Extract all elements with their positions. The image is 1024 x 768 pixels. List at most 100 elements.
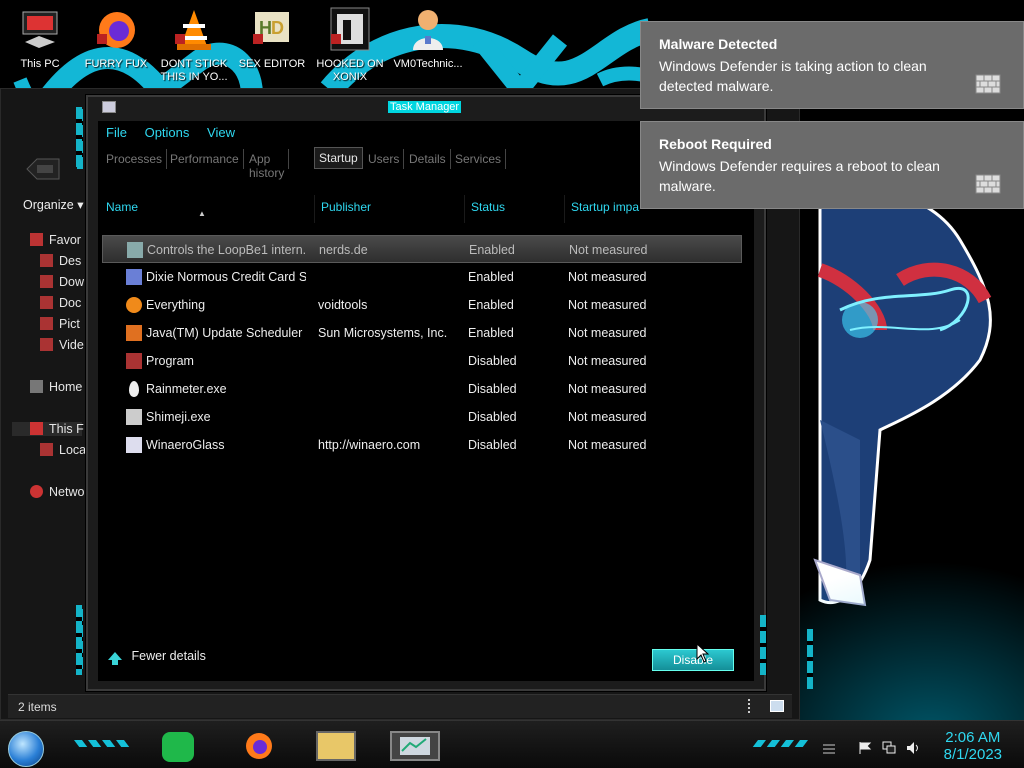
nav-item-this-pc[interactable]: This F [12,422,84,436]
tab-app-history[interactable]: App history [245,149,290,180]
doctor-icon [407,6,449,52]
tab-performance[interactable]: Performance [166,149,244,169]
startup-name: Rainmeter.exe [146,382,227,396]
window-icon [126,437,142,453]
startup-row[interactable]: Dixie Normous Credit Card S... Enabled Not… [102,263,742,291]
notification-body: Windows Defender requires a reboot to cl… [659,158,940,194]
defender-wall-icon [975,174,1001,194]
tab-users[interactable]: Users [364,149,405,169]
network-tray-icon[interactable] [882,741,896,755]
firefox-taskbar-icon[interactable] [242,730,276,762]
card-icon [126,269,142,285]
desktop-icon-label: HOOKED ON XONIX [316,58,384,84]
startup-row[interactable]: Program Disabled Not measured [102,347,742,375]
startup-impact: Not measured [568,326,647,340]
window-frame-glow [76,107,82,167]
nav-item-network[interactable]: Netwo [30,485,84,499]
startup-row[interactable]: Java(TM) Update Scheduler Sun Microsystem… [102,319,742,347]
startup-name: Shimeji.exe [146,410,211,424]
desktop-icon-dont-stick[interactable]: DONT STICK THIS IN YO... [156,6,232,84]
loopbe-icon [127,242,143,258]
system-clock[interactable]: 2:06 AM 8/1/2023 [944,729,1002,763]
column-status[interactable]: Status [471,200,505,214]
startup-impact: Not measured [568,270,647,284]
tab-details[interactable]: Details [405,149,451,169]
nav-item-videos[interactable]: Vide [40,338,84,352]
desktop-icon-this-pc[interactable]: This PC [2,6,78,71]
tab-startup[interactable]: Startup [314,147,363,169]
nav-item-home[interactable]: Home [30,380,82,394]
startup-name: Java(TM) Update Scheduler [146,326,303,340]
startup-publisher: http://winaero.com [318,438,421,452]
column-startup-impact[interactable]: Startup impa [571,200,639,214]
hxd-icon: HD [251,6,293,52]
fewer-details-link[interactable]: Fewer details [108,649,206,665]
nav-item-favorites[interactable]: Favor [30,233,81,247]
desktop-icon-furry-fux[interactable]: FURRY FUX [78,6,154,71]
desktop-icon-hooked-on-xonix[interactable]: HOOKED ON XONIX [312,6,388,84]
notification-body: Windows Defender is taking action to cle… [659,58,927,94]
desktop-icon-vm0technic[interactable]: VM0Technic... [390,6,466,71]
startup-row[interactable]: Rainmeter.exe Disabled Not measured [102,375,742,403]
shimeji-icon [126,409,142,425]
organize-menu[interactable]: Organize ▾ [23,197,83,212]
disable-button[interactable]: Disable [652,649,734,671]
show-hidden-icons-icon[interactable] [822,741,836,755]
startup-row[interactable]: WinaeroGlass http://winaero.com Disabled No… [102,431,742,459]
column-publisher[interactable]: Publisher [321,200,371,214]
menu-options[interactable]: Options [145,125,190,140]
startup-publisher: nerds.de [319,243,368,257]
notes-app-icon[interactable] [162,732,194,762]
taskbar: 2:06 AM 8/1/2023 [0,720,1024,768]
startup-name: Dixie Normous Credit Card S... [146,270,306,284]
mouse-cursor-icon [696,643,710,663]
back-icon[interactable] [23,155,63,183]
nav-item-documents[interactable]: Doc [40,296,81,310]
column-divider [464,195,465,223]
column-name[interactable]: Name [106,200,138,214]
startup-name: Everything [146,298,206,312]
java-icon [126,325,142,341]
raindrop-icon [129,381,139,397]
desktop-icon-label: FURRY FUX [84,58,148,70]
startup-row[interactable]: Everything voidtools Enabled Not measured [102,291,742,319]
notification-malware-detected[interactable]: Malware Detected Windows Defender is tak… [640,21,1024,109]
startup-publisher: Sun Microsystems, Inc. [318,326,448,340]
window-frame-glow [760,615,766,675]
menu-file[interactable]: File [106,125,127,140]
startup-status: Enabled [468,298,514,312]
task-manager-taskbar-button[interactable] [390,731,440,761]
tab-processes[interactable]: Processes [102,149,168,169]
notification-reboot-required[interactable]: Reboot Required Windows Defender require… [640,121,1024,209]
startup-status: Disabled [468,382,517,396]
startup-row[interactable]: Shimeji.exe Disabled Not measured [102,403,742,431]
menu-view[interactable]: View [207,125,235,140]
desktop-icon-sex-editor[interactable]: HD SEX EDITOR [234,6,310,71]
startup-status: Disabled [468,410,517,424]
startup-row[interactable]: Controls the LoopBe1 intern... nerds.de En… [102,235,742,263]
videos-folder-icon [40,338,53,351]
nav-label: Doc [59,296,82,310]
firefox-icon [95,6,137,52]
startup-status: Enabled [469,243,515,257]
vlc-cone-icon [173,6,215,52]
startup-status: Disabled [468,438,517,452]
tab-services[interactable]: Services [451,149,507,169]
flag-icon[interactable] [858,741,872,755]
file-explorer-taskbar-button[interactable] [316,731,356,761]
nav-item-desktop[interactable]: Des [40,254,81,268]
computer-icon [19,6,61,52]
startup-publisher: voidtools [318,298,368,312]
star-icon [30,233,43,246]
nav-item-local-disk[interactable]: Loca [40,443,86,457]
nav-item-downloads[interactable]: Dow [40,275,84,289]
nav-item-pictures[interactable]: Pict [40,317,80,331]
item-count: 2 items [18,700,57,714]
startup-impact: Not measured [568,298,647,312]
window-title: Task Manager [388,101,462,113]
start-orb-button[interactable] [8,731,44,767]
volume-icon[interactable] [906,741,920,755]
fewer-details-label: Fewer details [131,649,206,663]
details-view-icon[interactable] [748,699,752,713]
large-icons-view-icon[interactable] [770,700,784,712]
